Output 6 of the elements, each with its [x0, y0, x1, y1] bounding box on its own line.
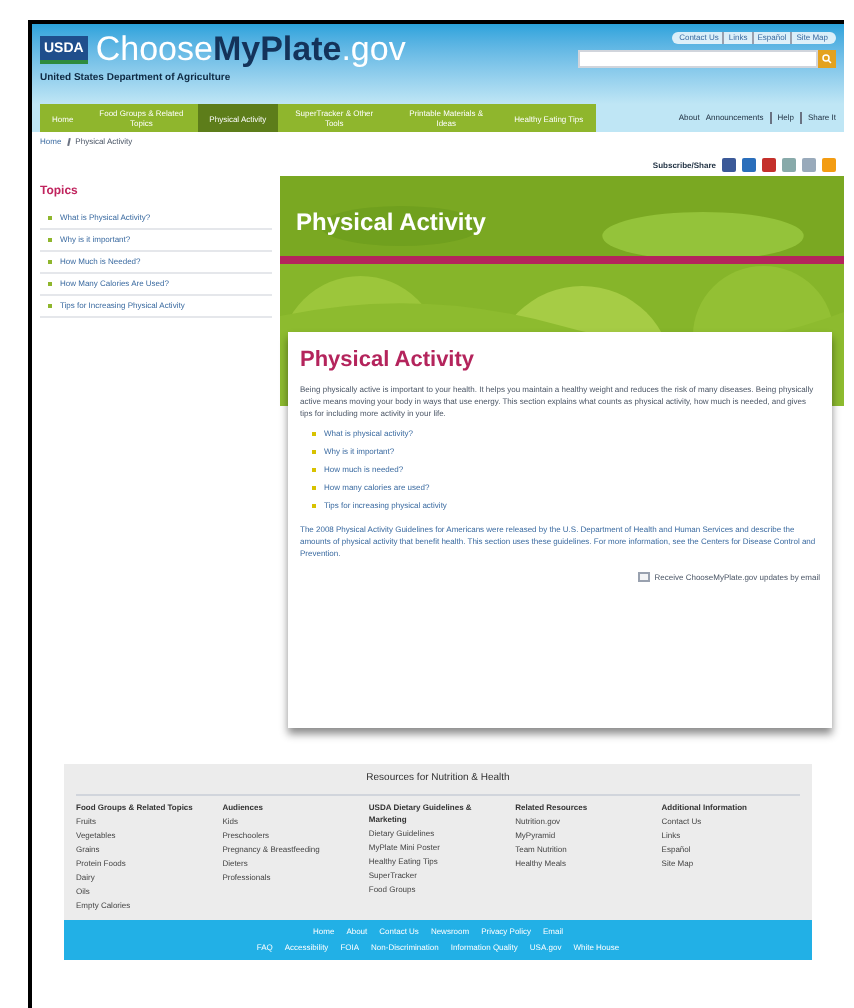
search-button[interactable] [818, 50, 836, 68]
content-title: Physical Activity [300, 346, 477, 376]
search-field[interactable] [578, 50, 818, 68]
hero-title: Physical Activity [296, 206, 486, 240]
site-logo[interactable]: ChooseMyPlate.gov [95, 32, 406, 66]
search-icon [822, 54, 832, 64]
